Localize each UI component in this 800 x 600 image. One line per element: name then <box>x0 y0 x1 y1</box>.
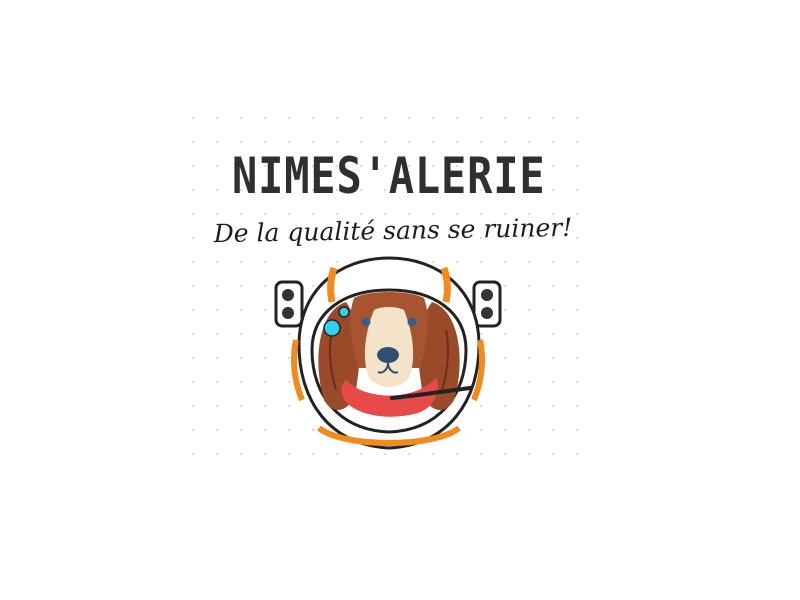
brand-tagline: De la qualité sans se ruiner! <box>213 212 573 249</box>
dog-muzzle <box>364 307 414 387</box>
dog-nose <box>377 347 399 363</box>
visor-bubble-large <box>323 319 341 337</box>
astronaut-dog-icon <box>274 256 502 450</box>
dog-eye-left <box>361 317 371 327</box>
helmet-ear-right <box>472 280 502 328</box>
visor-bubble-small <box>338 306 350 318</box>
brand-title: NIMES'ALERIE <box>232 147 546 205</box>
helmet-ear-left <box>274 280 304 328</box>
dog-eye-right <box>407 317 417 327</box>
